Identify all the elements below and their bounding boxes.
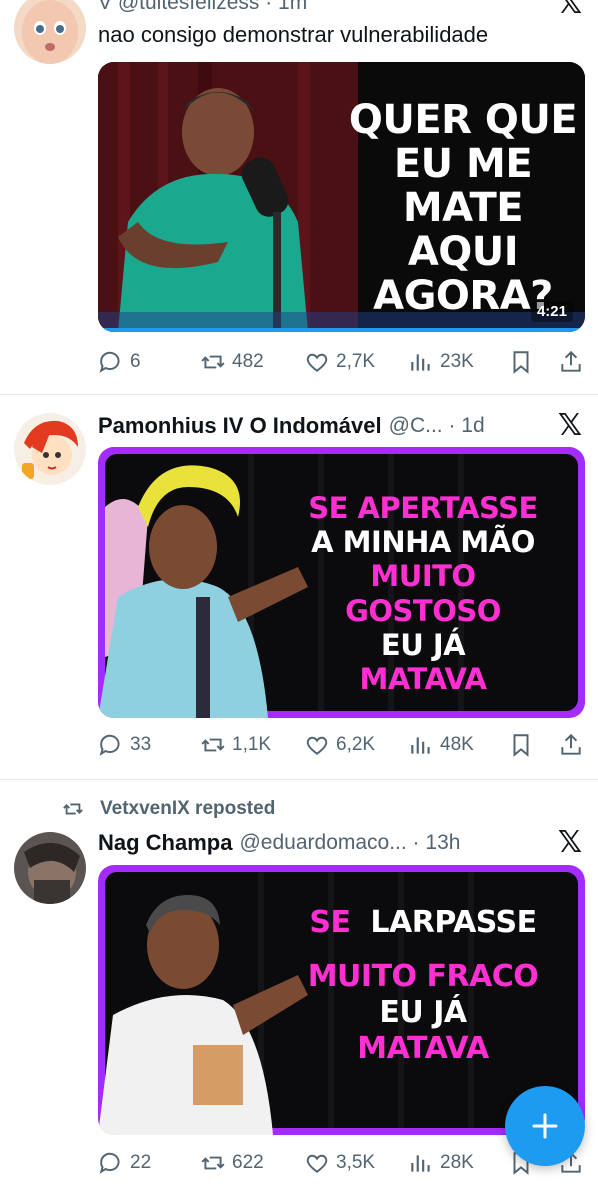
tweet-text: nao consigo demonstrar vulnerabilidade [98,22,489,47]
caption-line: QUER QUE [348,97,578,143]
repost-count: 482 [232,351,264,372]
like-count: 2,7K [336,351,376,372]
x-logo-icon: 𝕏 [557,408,582,443]
image-caption: SE LARPASSE MUITO FRACO EU JÁ MATAVA [293,905,553,1067]
share-icon [561,733,581,755]
like-icon [306,353,328,372]
bookmark-button[interactable] [508,349,534,375]
share-button[interactable] [558,349,584,375]
repost-count: 1,1K [232,734,272,755]
video-caption: QUER QUE EU ME MATE AQUI AGORA? [348,98,578,318]
caption-line: MATAVA [359,662,487,697]
display-name[interactable]: Pamonhius IV O Indomável [98,413,382,439]
compose-plus-icon [532,1113,558,1139]
tweet-actions: 22 622 3,5K 28K [98,1148,586,1178]
caption-line: A MINHA MÃO [311,525,535,560]
repost-button[interactable]: 1,1K [200,732,271,758]
reply-button[interactable]: 6 [98,349,141,375]
bookmark-button[interactable] [508,732,534,758]
views-count: 48K [440,734,474,755]
like-button[interactable]: 6,2K [304,732,375,758]
repost-button[interactable]: 482 [200,349,264,375]
tweet-2[interactable]: Pamonhius IV O Indomável @C... · 1d 𝕏 SE… [0,395,598,779]
repost-icon [201,355,225,369]
caption-line: EU JÁ [380,627,466,662]
avatar[interactable] [14,413,86,485]
reply-icon [99,734,120,756]
tweet-image[interactable]: SE LARPASSE MUITO FRACO EU JÁ MATAVA [98,865,585,1135]
tweet-handle[interactable]: @C... · 1d [389,414,485,438]
x-logo-icon: 𝕏 [557,825,582,860]
tweet-actions: 6 482 2,7K 23K [98,347,586,377]
bookmark-icon [513,734,529,757]
tweet-1[interactable]: V @tuitesfelizess · 1m 𝕏 nao consigo dem… [0,0,598,394]
like-count: 3,5K [336,1152,376,1173]
share-button[interactable] [558,732,584,758]
x-logo-icon: 𝕏 [557,0,582,21]
views-button[interactable]: 48K [408,732,474,758]
tweet-actions: 33 1,1K 6,2K 48K [98,730,586,760]
reply-count: 6 [130,351,141,372]
reply-icon [99,1152,120,1174]
caption-line: MATAVA [357,1031,489,1066]
views-button[interactable]: 23K [408,349,474,375]
reply-button[interactable]: 33 [98,732,151,758]
views-icon [411,1155,430,1172]
reply-count: 22 [130,1152,152,1173]
repost-label: VetxvenIX reposted [100,798,276,819]
caption-word: SE [309,905,351,940]
views-count: 28K [440,1152,474,1173]
like-count: 6,2K [336,734,376,755]
bookmark-icon [513,351,529,374]
repost-button[interactable]: 622 [200,1150,264,1176]
like-icon [306,736,328,755]
views-icon [411,737,430,754]
share-icon [561,350,581,372]
caption-line: AQUI [407,229,519,275]
avatar[interactable] [14,0,86,64]
tweet-handle[interactable]: @eduardomaco... · 13h [239,831,460,855]
like-button[interactable]: 2,7K [304,349,375,375]
like-button[interactable]: 3,5K [304,1150,375,1176]
caption-line: SE APERTASSE [308,491,538,525]
repost-count: 622 [232,1152,264,1173]
video-duration: 4:21 [530,301,573,322]
display-name[interactable]: Nag Champa [98,830,232,856]
like-icon [306,1154,328,1173]
reply-icon [99,351,120,373]
avatar[interactable] [14,832,86,904]
caption-line: MUITO FRACO [307,959,539,994]
reply-count: 33 [130,734,152,755]
repost-indicator[interactable]: VetxvenIX reposted [62,798,275,820]
caption-line: EU ME MATE [393,141,533,231]
tweet-image[interactable]: SE APERTASSE A MINHA MÃO MUITO GOSTOSO E… [98,447,585,718]
repost-icon [201,738,225,752]
views-button[interactable]: 28K [408,1150,474,1176]
caption-line: MUITO GOSTOSO [345,559,501,628]
caption-line: EU JÁ [379,995,467,1030]
reply-button[interactable]: 22 [98,1150,151,1176]
caption-word: LARPASSE [370,905,537,940]
views-icon [411,354,430,371]
tweet-video[interactable]: QUER QUE EU ME MATE AQUI AGORA? 4:21 [98,62,585,332]
views-count: 23K [440,351,474,372]
tweet-handle[interactable]: V @tuitesfelizess · 1m [98,0,307,15]
repost-icon [63,803,83,815]
repost-icon [201,1156,225,1170]
image-caption: SE APERTASSE A MINHA MÃO MUITO GOSTOSO E… [288,491,558,696]
compose-button[interactable] [505,1086,585,1166]
